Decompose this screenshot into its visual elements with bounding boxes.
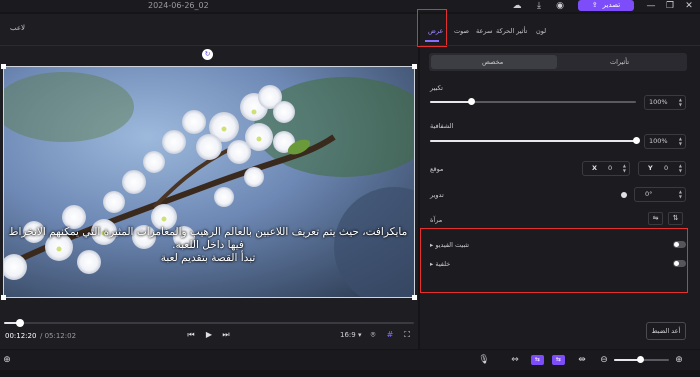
- player-label: لاعب: [10, 24, 26, 32]
- subtitle-text: مايكرافت، حيث يتم تعريف اللاعبين بالعالم…: [8, 226, 408, 265]
- stepper-arrows-icon[interactable]: ▲ ▼: [679, 97, 682, 107]
- zoom-out-icon[interactable]: ⊖: [598, 354, 610, 366]
- aspect-ratio-select[interactable]: 16:9 ▾: [340, 331, 361, 339]
- position-x-input[interactable]: X 0 ▲ ▼: [582, 161, 630, 176]
- opacity-label: الشفافية: [430, 122, 454, 130]
- opacity-input[interactable]: 100% ▲ ▼: [644, 134, 686, 149]
- upload-icon: ⇪: [591, 1, 598, 9]
- resize-handle-tr[interactable]: [412, 64, 417, 69]
- stepper-arrows-icon[interactable]: ▲ ▼: [679, 189, 682, 199]
- y-value: 0: [664, 164, 669, 172]
- tab-color[interactable]: لون: [536, 27, 546, 35]
- divider: [0, 45, 418, 46]
- link-icon[interactable]: ⇔: [509, 354, 521, 366]
- annotation-box-tab: [417, 9, 447, 47]
- play-icon[interactable]: ▶: [204, 330, 214, 340]
- segment-custom-label: مخصص: [482, 58, 504, 66]
- timeline-ruler[interactable]: [0, 370, 700, 377]
- export-label: تصدير: [602, 1, 621, 9]
- subtitle-line-2: تبدأ القصة بتقديم لعبة: [160, 252, 256, 264]
- snapshot-icon[interactable]: ⌾: [368, 330, 378, 340]
- mirror-label: مرآة: [430, 216, 443, 224]
- next-frame-icon[interactable]: ⏭: [221, 330, 231, 340]
- scale-value: 100%: [649, 98, 668, 106]
- resize-handle-tl[interactable]: [1, 64, 6, 69]
- resize-handle-br[interactable]: [412, 295, 417, 300]
- stepper-arrows-icon[interactable]: ▲ ▼: [679, 163, 682, 173]
- rotation-input[interactable]: 0° ▲ ▼: [634, 187, 686, 202]
- fullscreen-icon[interactable]: ⛶: [402, 330, 412, 340]
- x-axis-label: X: [592, 164, 598, 172]
- zoom-slider-thumb[interactable]: [637, 356, 644, 363]
- minimize-icon[interactable]: —: [645, 0, 657, 12]
- total-time: / 05:12:02: [40, 332, 77, 340]
- opacity-slider-thumb[interactable]: [633, 137, 640, 144]
- rotate-handle-icon[interactable]: ↻: [202, 49, 213, 60]
- y-axis-label: Y: [648, 164, 653, 172]
- split-audio-button[interactable]: ⇆: [531, 355, 544, 365]
- annotation-box-settings: [420, 228, 688, 293]
- current-time: 00:12:20: [5, 332, 37, 340]
- add-media-icon[interactable]: ⊕: [1, 354, 13, 366]
- scale-label: تكبير: [430, 84, 443, 92]
- resize-handle-bl[interactable]: [1, 295, 6, 300]
- timeline-toolbar: [0, 350, 700, 370]
- cloud-icon[interactable]: ☁: [511, 0, 523, 12]
- grid-icon[interactable]: #: [385, 330, 395, 340]
- download-icon[interactable]: ⤓: [533, 0, 545, 12]
- tab-audio[interactable]: صوت: [454, 27, 469, 35]
- flip-horizontal-icon[interactable]: ⇋: [648, 212, 663, 225]
- rotation-label: تدوير: [430, 191, 444, 199]
- zoom-in-icon[interactable]: ⊕: [673, 354, 685, 366]
- progress-track[interactable]: [4, 322, 414, 324]
- scale-input[interactable]: 100% ▲ ▼: [644, 95, 686, 110]
- project-title: 2024-06-26_02: [148, 1, 209, 10]
- stepper-arrows-icon[interactable]: ▲ ▼: [623, 163, 626, 173]
- tab-speed[interactable]: سرعة: [476, 27, 492, 35]
- opacity-slider-fill: [430, 140, 636, 142]
- stepper-arrows-icon[interactable]: ▲ ▼: [679, 136, 682, 146]
- previous-frame-icon[interactable]: ⏮: [186, 330, 196, 340]
- divider: [420, 45, 700, 46]
- position-y-input[interactable]: Y 0 ▲ ▼: [638, 161, 686, 176]
- scale-slider-fill: [430, 101, 472, 103]
- position-label: موقع: [430, 165, 444, 173]
- tab-motion-effect[interactable]: تأثير الحركة: [496, 27, 527, 35]
- detach-icon[interactable]: ⇹: [576, 354, 588, 366]
- microphone-icon[interactable]: 🎙: [478, 354, 490, 366]
- rotation-dial-icon[interactable]: [621, 192, 627, 198]
- account-icon[interactable]: ◉: [554, 0, 566, 12]
- editor-window: 2024-06-26_02 ⇪ تصدير ☁ ⤓ ◉ — ❐ ✕ لاعب ↻: [0, 0, 700, 377]
- maximize-icon[interactable]: ❐: [664, 0, 676, 12]
- rotation-value: 0°: [645, 190, 653, 198]
- x-value: 0: [608, 164, 613, 172]
- segment-effects[interactable]: تأثيرات: [610, 58, 629, 66]
- subtitle-line-1: مايكرافت، حيث يتم تعريف اللاعبين بالعالم…: [8, 226, 408, 251]
- opacity-value: 100%: [649, 137, 668, 145]
- close-icon[interactable]: ✕: [683, 0, 695, 12]
- reset-button[interactable]: أعد الضبط: [646, 322, 686, 340]
- flip-vertical-icon[interactable]: ⇅: [668, 212, 683, 225]
- split-video-button[interactable]: ⇆: [552, 355, 565, 365]
- export-button[interactable]: ⇪ تصدير: [578, 0, 634, 11]
